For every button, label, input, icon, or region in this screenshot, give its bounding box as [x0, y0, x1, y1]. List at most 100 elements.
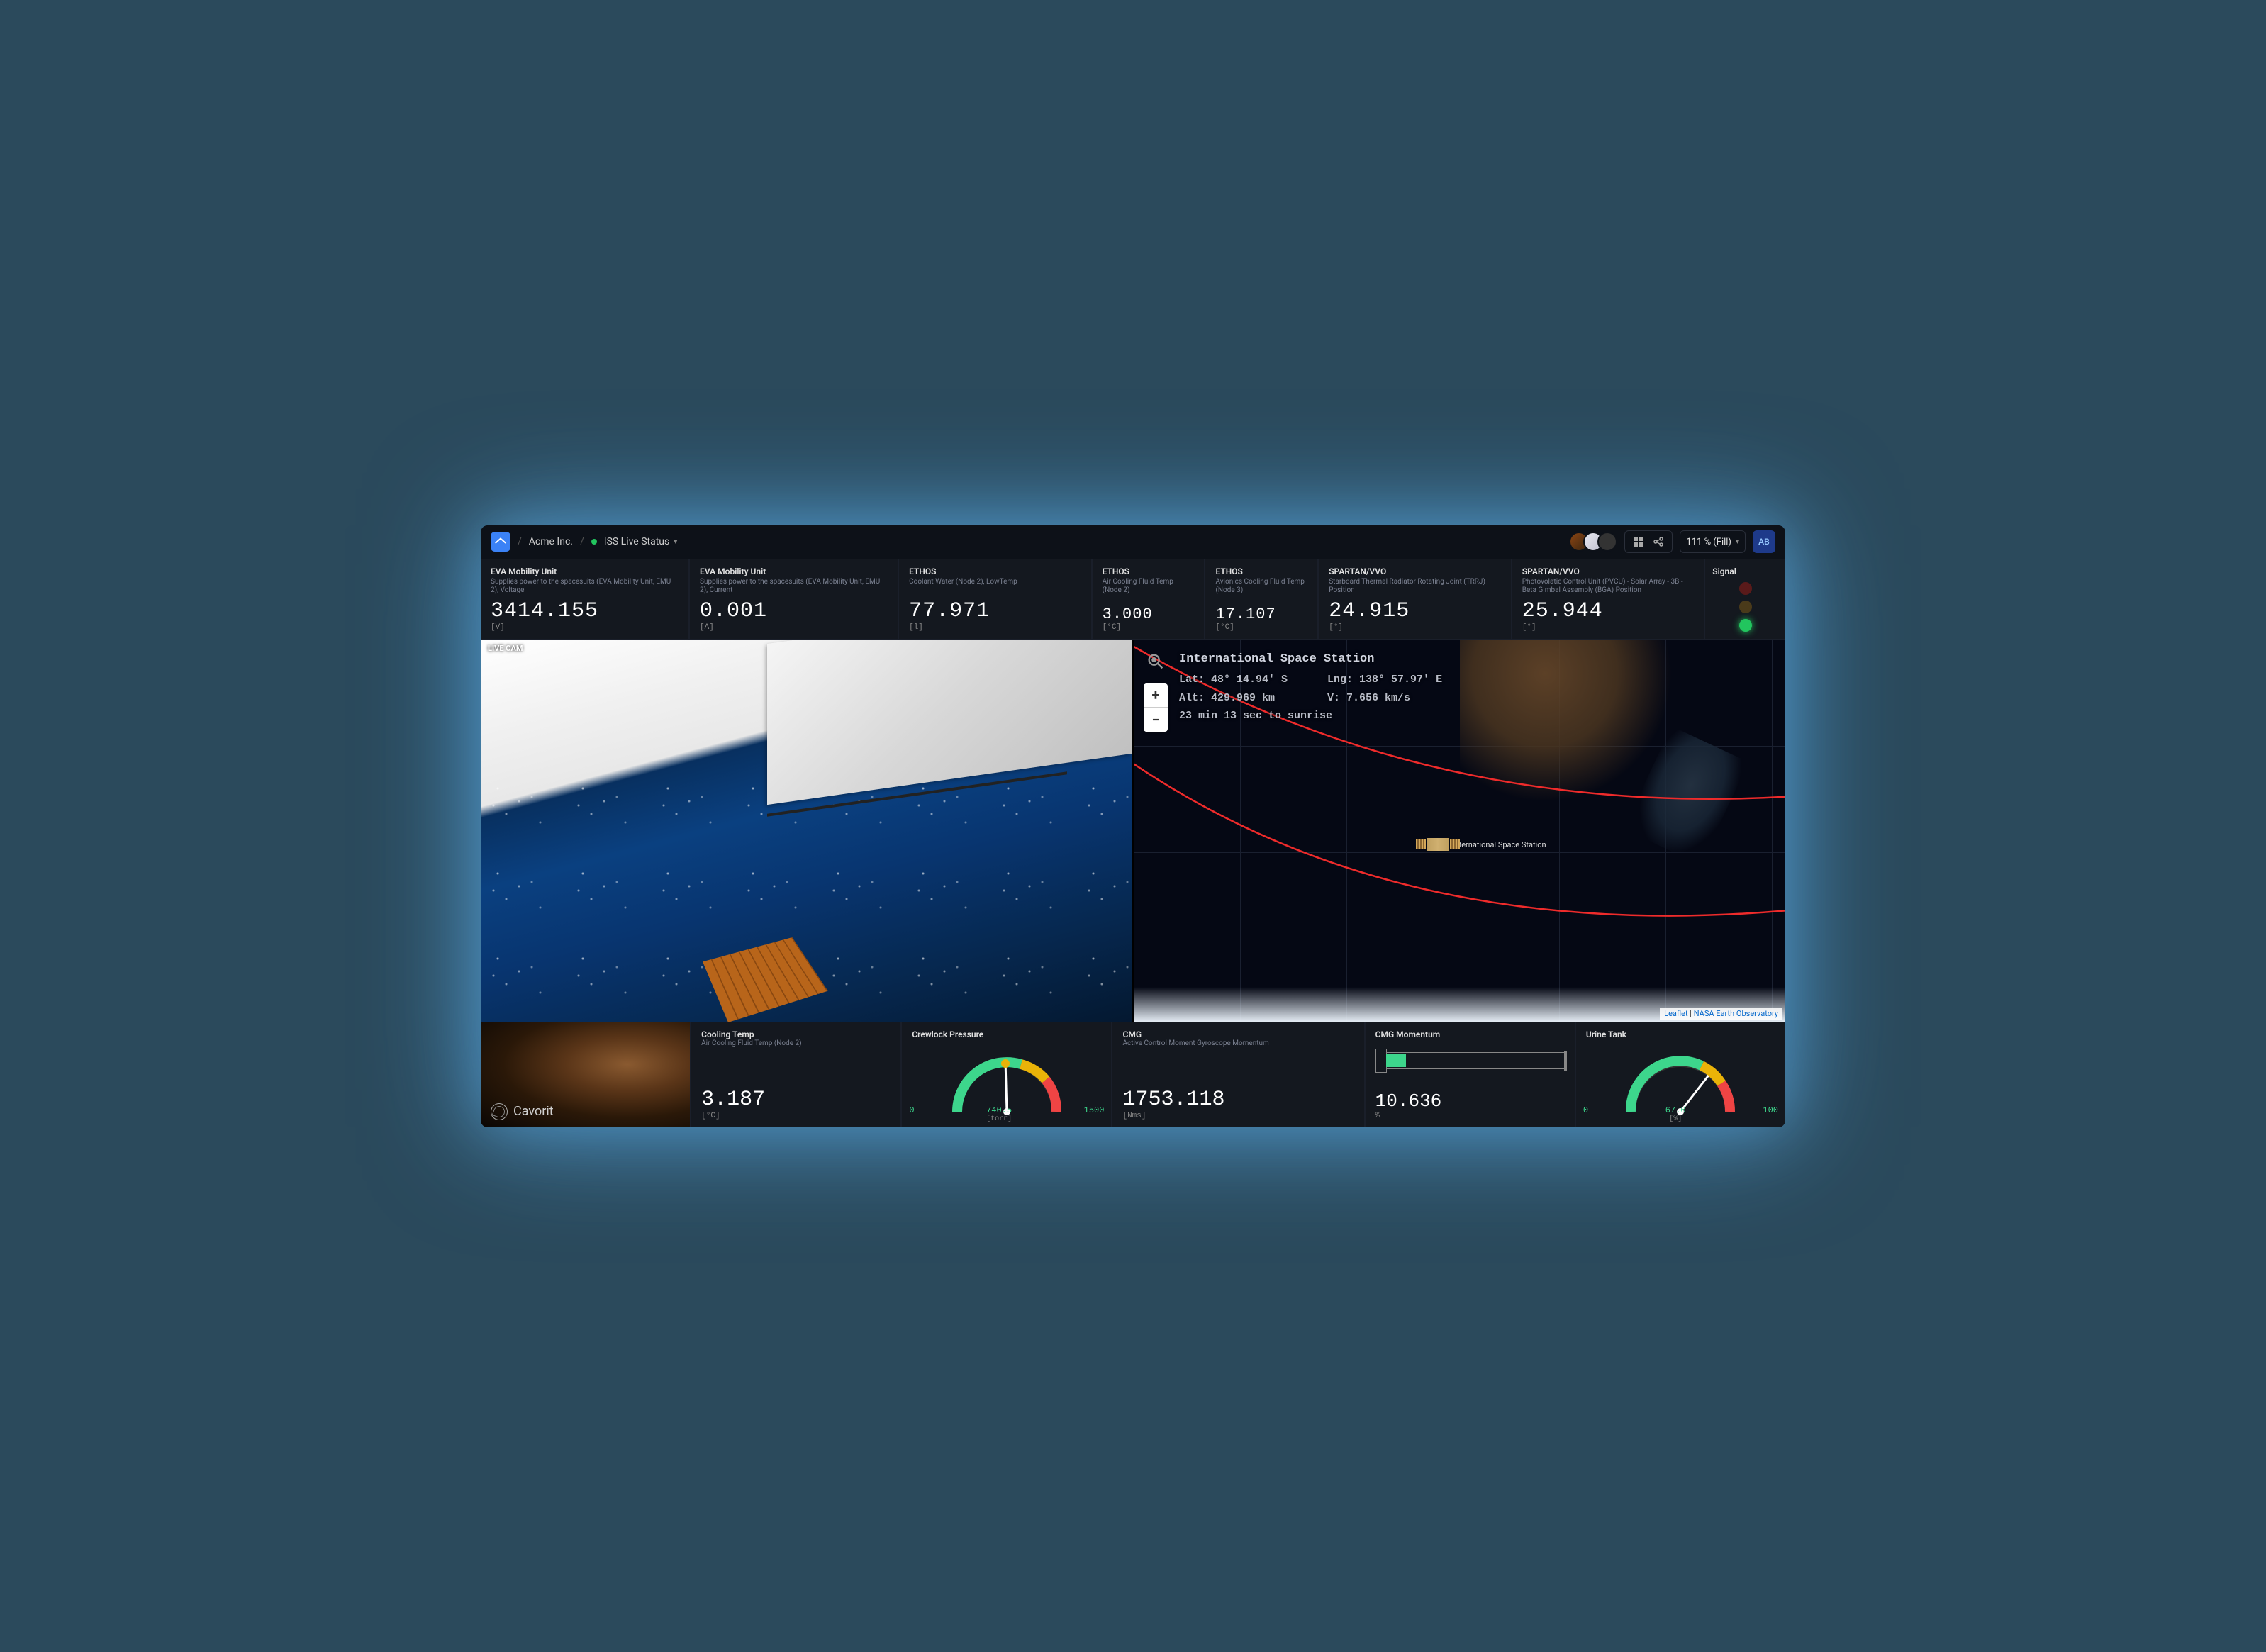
- signal-title: Signal: [1712, 567, 1736, 576]
- sunrise-countdown: 23 min 13 sec to sunrise: [1179, 707, 1442, 725]
- metric-value: 77.971: [909, 599, 1081, 623]
- metric-desc: Photovolatic Control Unit (PVCU) - Solar…: [1522, 578, 1695, 595]
- main-row: LIVE CAM International Space Station: [481, 640, 1785, 1022]
- cmg-momentum-card[interactable]: CMG Momentum 10.636 %: [1366, 1022, 1575, 1127]
- metric-desc: Avionics Cooling Fluid Temp (Node 3): [1215, 578, 1307, 601]
- card-value: 3.187: [701, 1088, 891, 1112]
- lng-value: 138° 57.97' E: [1359, 671, 1442, 689]
- metric-card[interactable]: ETHOS Coolant Water (Node 2), LowTemp 77…: [899, 559, 1091, 639]
- dashboard-window: / Acme Inc. / ISS Live Status ▾ 111 % (F…: [481, 525, 1785, 1127]
- metric-desc: Coolant Water (Node 2), LowTemp: [909, 578, 1081, 595]
- breadcrumb-sep: /: [580, 536, 584, 547]
- lat-label: Lat:: [1179, 671, 1205, 689]
- lng-label: Lng:: [1327, 671, 1353, 689]
- metric-value: 24.915: [1329, 599, 1501, 623]
- brand-name: Cavorit: [513, 1104, 554, 1119]
- gauge-labels: 0 740.5[torr] 1500: [902, 1105, 1111, 1123]
- card-title: Crewlock Pressure: [912, 1029, 1101, 1039]
- card-title: CMG: [1122, 1029, 1354, 1039]
- page-title-text: ISS Live Status: [604, 536, 669, 547]
- gauge-value: 67.0: [1665, 1105, 1686, 1115]
- iss-marker[interactable]: International Space Station: [1427, 838, 1546, 851]
- map-controls: + −: [1144, 649, 1168, 732]
- cmg-card[interactable]: CMG Active Control Moment Gyroscope Mome…: [1112, 1022, 1363, 1127]
- urine-tank-card[interactable]: Urine Tank 0 67.0[%] 100: [1576, 1022, 1785, 1127]
- presence-avatars[interactable]: [1575, 532, 1617, 552]
- map-attribution: Leaflet | NASA Earth Observatory: [1660, 1008, 1782, 1020]
- cooling-temp-card[interactable]: Cooling Temp Air Cooling Fluid Temp (Nod…: [691, 1022, 900, 1127]
- live-cam-label: LIVE CAM: [488, 644, 523, 653]
- card-desc: Active Control Moment Gyroscope Momentum: [1122, 1039, 1354, 1047]
- iss-icon: [1427, 838, 1449, 851]
- nasa-link[interactable]: NASA Earth Observatory: [1694, 1009, 1778, 1018]
- map-zoom-in[interactable]: +: [1144, 683, 1168, 708]
- metric-card[interactable]: ETHOS Air Cooling Fluid Temp (Node 2) 3.…: [1093, 559, 1205, 639]
- metric-title: EVA Mobility Unit: [700, 567, 888, 576]
- card-desc: Air Cooling Fluid Temp (Node 2): [701, 1039, 891, 1047]
- card-unit: %: [1375, 1112, 1565, 1120]
- syringe-gauge: [1375, 1052, 1565, 1069]
- brand-card[interactable]: Cavorit: [481, 1022, 690, 1127]
- status-dot-icon: [591, 539, 597, 545]
- gauge-min: 0: [1583, 1105, 1588, 1123]
- metric-unit: [°C]: [1215, 623, 1307, 632]
- map-panel[interactable]: International Space Station + − Internat…: [1134, 640, 1785, 1022]
- vel-value: 7.656 km/s: [1346, 689, 1410, 708]
- share-icon[interactable]: [1651, 534, 1666, 549]
- brand-logo: Cavorit: [491, 1103, 680, 1120]
- header: / Acme Inc. / ISS Live Status ▾ 111 % (F…: [481, 525, 1785, 559]
- metric-title: EVA Mobility Unit: [491, 567, 679, 576]
- user-menu[interactable]: AB: [1753, 530, 1775, 553]
- lat-value: 48° 14.94' S: [1211, 671, 1288, 689]
- metric-desc: Supplies power to the spacesuits (EVA Mo…: [700, 578, 888, 595]
- gauge-min: 0: [909, 1105, 914, 1123]
- card-title: Cooling Temp: [701, 1029, 891, 1039]
- bottom-row: Cavorit Cooling Temp Air Cooling Fluid T…: [481, 1022, 1785, 1127]
- metric-card[interactable]: EVA Mobility Unit Supplies power to the …: [481, 559, 688, 639]
- signal-light-red: [1739, 582, 1752, 595]
- metric-unit: [°]: [1329, 623, 1501, 632]
- metric-title: ETHOS: [1215, 567, 1307, 576]
- globe-icon: [491, 1103, 508, 1120]
- avatar[interactable]: [1597, 532, 1617, 552]
- metric-unit: [l]: [909, 623, 1081, 632]
- leaflet-link[interactable]: Leaflet: [1664, 1009, 1687, 1018]
- map-object-name: International Space Station: [1179, 649, 1442, 670]
- breadcrumb-page[interactable]: ISS Live Status ▾: [591, 536, 678, 547]
- gauge-labels: 0 67.0[%] 100: [1576, 1105, 1785, 1123]
- map-info: International Space Station Lat: 48° 14.…: [1179, 649, 1442, 725]
- metric-title: SPARTAN/VVO: [1522, 567, 1695, 576]
- metric-title: ETHOS: [909, 567, 1081, 576]
- metric-unit: [°C]: [1103, 623, 1195, 632]
- alt-label: Alt:: [1179, 689, 1205, 708]
- gauge-unit: [torr]: [986, 1115, 1012, 1123]
- map-landmass: [1460, 640, 1673, 803]
- chevron-down-icon: ▾: [674, 538, 677, 546]
- metric-card[interactable]: SPARTAN/VVO Photovolatic Control Unit (P…: [1512, 559, 1704, 639]
- grid-view-icon[interactable]: [1631, 534, 1646, 549]
- metric-card[interactable]: SPARTAN/VVO Starboard Thermal Radiator R…: [1319, 559, 1511, 639]
- iss-marker-label: International Space Station: [1453, 840, 1546, 849]
- signal-card: Signal: [1705, 559, 1785, 639]
- metric-desc: Air Cooling Fluid Temp (Node 2): [1103, 578, 1195, 601]
- signal-light-green: [1739, 619, 1752, 632]
- map-locate-icon[interactable]: [1144, 649, 1168, 674]
- metric-card[interactable]: EVA Mobility Unit Supplies power to the …: [690, 559, 898, 639]
- live-cam-panel[interactable]: LIVE CAM: [481, 640, 1132, 1022]
- card-title: Urine Tank: [1586, 1029, 1775, 1039]
- breadcrumb-org[interactable]: Acme Inc.: [529, 536, 573, 547]
- alt-value: 429.969 km: [1211, 689, 1275, 708]
- view-switcher: [1624, 530, 1673, 553]
- map-zoom-out[interactable]: −: [1144, 708, 1168, 732]
- zoom-control[interactable]: 111 % (Fill) ▾: [1680, 530, 1746, 553]
- metric-value: 25.944: [1522, 599, 1695, 623]
- gauge-max: 100: [1763, 1105, 1778, 1123]
- zoom-value: 111 % (Fill): [1686, 537, 1731, 547]
- breadcrumb: / Acme Inc. / ISS Live Status ▾: [518, 536, 677, 547]
- breadcrumb-sep: /: [518, 536, 522, 547]
- card-unit: [°C]: [701, 1112, 891, 1120]
- crewlock-pressure-card[interactable]: Crewlock Pressure 0 740.5[torr] 1500: [902, 1022, 1111, 1127]
- metric-card[interactable]: ETHOS Avionics Cooling Fluid Temp (Node …: [1205, 559, 1317, 639]
- gauge-value: 740.5: [986, 1105, 1012, 1115]
- app-logo[interactable]: [491, 532, 510, 552]
